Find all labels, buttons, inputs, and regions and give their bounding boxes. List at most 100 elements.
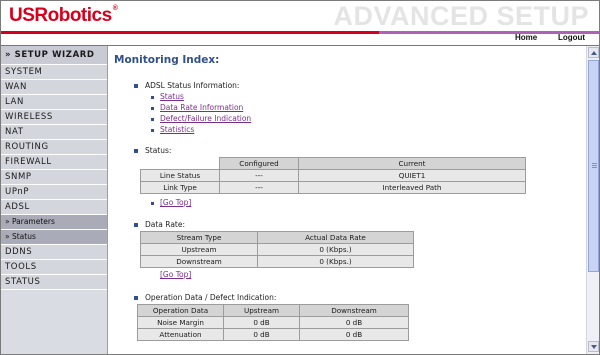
- table-row-label: Upstream: [140, 243, 258, 256]
- table-cell: 0 dB: [223, 328, 300, 341]
- table-row-label: Attenuation: [137, 328, 224, 341]
- table-header-row: Stream Type Actual Data Rate: [140, 231, 414, 244]
- brand-mark: ®: [112, 5, 118, 12]
- table-row: Downstream 0 (Kbps.): [140, 255, 414, 268]
- grip-icon: [592, 163, 597, 164]
- table-cell: 0 (Kbps.): [257, 255, 414, 268]
- go-top-link[interactable]: [Go Top]: [151, 198, 191, 207]
- sidebar-subitem-parameters[interactable]: » Parameters: [1, 215, 107, 230]
- table-header-cell: Actual Data Rate: [257, 231, 414, 244]
- section-title: ADVANCED SETUP: [333, 1, 589, 31]
- arrow-up-icon: [591, 51, 597, 55]
- operation-table: Operation Data Upstream Downstream Noise…: [137, 304, 409, 341]
- table-cell: 0 dB: [299, 316, 409, 329]
- table-header-cell: Configured: [219, 157, 299, 170]
- table-corner-cell: [140, 157, 220, 170]
- table-row-label: Line Status: [140, 169, 220, 182]
- sidebar-item-upnp[interactable]: UPnP: [1, 185, 107, 200]
- bullet-icon: [134, 149, 138, 153]
- status-heading: Status:: [134, 146, 171, 155]
- operation-heading-text: Operation Data / Defect Indication:: [145, 293, 277, 302]
- operation-heading: Operation Data / Defect Indication:: [134, 293, 276, 302]
- data-rate-heading: Data Rate:: [134, 220, 185, 229]
- index-link-data-rate-text[interactable]: Data Rate Information: [160, 103, 243, 112]
- home-link[interactable]: Home: [515, 33, 537, 42]
- sidebar-item-ddns[interactable]: DDNS: [1, 245, 107, 260]
- table-row: Noise Margin 0 dB 0 dB: [137, 316, 409, 329]
- sidebar-item-setup-wizard[interactable]: » SETUP WIZARD: [1, 46, 107, 65]
- grip-icon: [592, 167, 597, 168]
- sidebar-item-system[interactable]: SYSTEM: [1, 65, 107, 80]
- sidebar-item-wan[interactable]: WAN: [1, 80, 107, 95]
- main-content: Monitoring Index: ADSL Status Informatio…: [108, 46, 586, 354]
- status-table: Configured Current Line Status --- QUIET…: [140, 157, 526, 194]
- go-top-link[interactable]: [Go Top]: [160, 270, 191, 279]
- app-window: USRobotics® ADVANCED SETUP Home Logout »…: [0, 0, 600, 355]
- table-cell: Interleaved Path: [298, 181, 526, 194]
- table-cell: 0 dB: [299, 328, 409, 341]
- header: USRobotics® ADVANCED SETUP: [1, 1, 599, 31]
- bullet-icon: [151, 117, 154, 121]
- bullet-icon: [134, 296, 138, 300]
- top-nav: Home Logout: [1, 33, 599, 45]
- index-link-status[interactable]: Status: [151, 92, 184, 101]
- sidebar: » SETUP WIZARD SYSTEM WAN LAN WIRELESS N…: [1, 46, 108, 354]
- sidebar-item-snmp[interactable]: SNMP: [1, 170, 107, 185]
- bullet-icon: [151, 95, 154, 99]
- data-rate-table: Stream Type Actual Data Rate Upstream 0 …: [140, 231, 414, 268]
- bullet-icon: [151, 106, 154, 110]
- table-row-label: Downstream: [140, 255, 258, 268]
- brand-name: USRobotics: [9, 5, 112, 26]
- grip-icon: [592, 165, 597, 166]
- brand-logo: USRobotics®: [9, 5, 118, 27]
- sidebar-item-firewall[interactable]: FIREWALL: [1, 155, 107, 170]
- sidebar-subitem-status[interactable]: » Status: [1, 230, 107, 245]
- sidebar-item-adsl[interactable]: ADSL: [1, 200, 107, 215]
- page-title: Monitoring Index:: [114, 54, 220, 66]
- arrow-down-icon: [591, 345, 597, 349]
- vertical-scrollbar[interactable]: [586, 46, 599, 354]
- sidebar-item-lan[interactable]: LAN: [1, 95, 107, 110]
- table-header-row: Configured Current: [140, 157, 526, 170]
- bullet-icon: [134, 223, 138, 227]
- index-link-defect[interactable]: Defect/Failure Indication: [151, 114, 251, 123]
- go-top-text[interactable]: [Go Top]: [160, 198, 191, 207]
- index-heading: ADSL Status Information:: [134, 81, 239, 90]
- table-row: Link Type --- Interleaved Path: [140, 181, 526, 194]
- index-link-defect-text[interactable]: Defect/Failure Indication: [160, 114, 251, 123]
- bullet-icon: [151, 128, 154, 132]
- sidebar-item-routing[interactable]: ROUTING: [1, 140, 107, 155]
- table-header-cell: Operation Data: [137, 304, 224, 317]
- sidebar-item-tools[interactable]: TOOLS: [1, 260, 107, 275]
- scroll-down-button[interactable]: [588, 341, 599, 352]
- index-link-data-rate[interactable]: Data Rate Information: [151, 103, 243, 112]
- sidebar-item-wireless[interactable]: WIRELESS: [1, 110, 107, 125]
- table-cell: ---: [219, 169, 299, 182]
- table-header-cell: Stream Type: [140, 231, 258, 244]
- table-cell: QUIET1: [298, 169, 526, 182]
- table-row: Line Status --- QUIET1: [140, 169, 526, 182]
- table-cell: 0 dB: [223, 316, 300, 329]
- table-row-label: Noise Margin: [137, 316, 224, 329]
- table-row: Attenuation 0 dB 0 dB: [137, 328, 409, 341]
- bullet-icon: [151, 201, 154, 205]
- scroll-up-button[interactable]: [588, 47, 599, 58]
- table-header-cell: Upstream: [223, 304, 300, 317]
- table-header-row: Operation Data Upstream Downstream: [137, 304, 409, 317]
- status-heading-text: Status:: [145, 146, 172, 155]
- index-link-statistics-text[interactable]: Statistics: [160, 125, 194, 134]
- index-link-statistics[interactable]: Statistics: [151, 125, 194, 134]
- index-heading-text: ADSL Status Information:: [145, 81, 240, 90]
- sidebar-item-nat[interactable]: NAT: [1, 125, 107, 140]
- table-row-label: Link Type: [140, 181, 220, 194]
- table-cell: 0 (Kbps.): [257, 243, 414, 256]
- bullet-icon: [134, 84, 138, 88]
- scroll-thumb[interactable]: [588, 60, 599, 272]
- index-link-status-text[interactable]: Status: [160, 92, 184, 101]
- data-rate-heading-text: Data Rate:: [145, 220, 186, 229]
- logout-link[interactable]: Logout: [558, 33, 585, 42]
- sidebar-item-status[interactable]: STATUS: [1, 275, 107, 290]
- table-row: Upstream 0 (Kbps.): [140, 243, 414, 256]
- table-cell: ---: [219, 181, 299, 194]
- table-header-cell: Downstream: [299, 304, 409, 317]
